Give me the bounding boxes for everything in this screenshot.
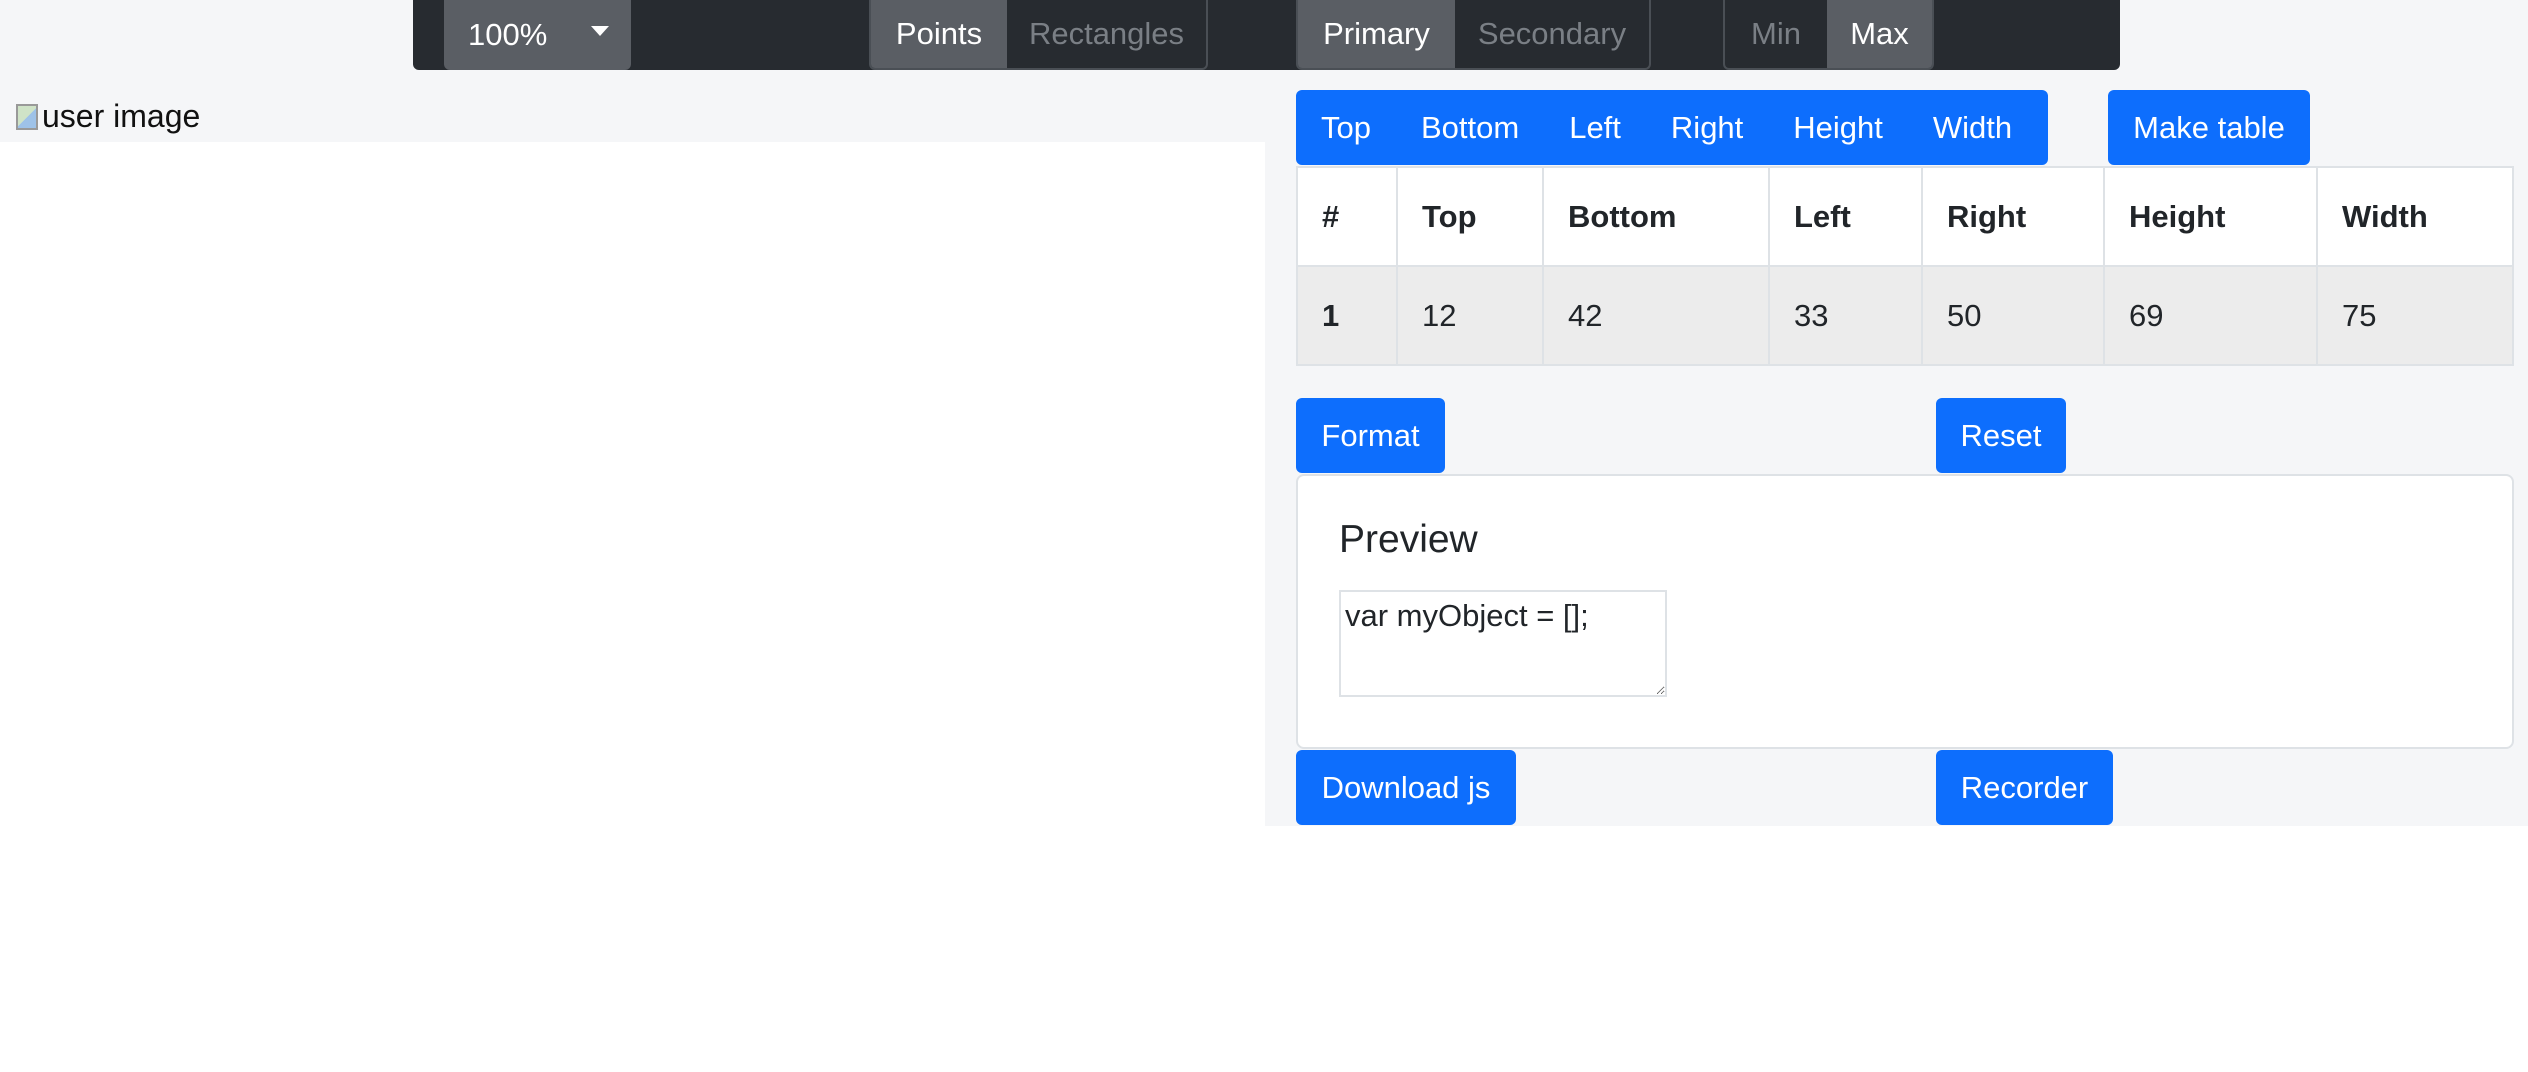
reset-button[interactable]: Reset xyxy=(1936,398,2066,473)
column-header: Bottom xyxy=(1542,166,1770,267)
user-image-alt: user image xyxy=(42,98,201,134)
mode-points-button[interactable]: Points xyxy=(871,0,1007,68)
color-secondary-button[interactable]: Secondary xyxy=(1455,0,1649,68)
column-header: Left xyxy=(1768,166,1923,267)
min-button[interactable]: Min xyxy=(1725,0,1827,68)
user-image: user image xyxy=(16,98,200,135)
mode-toggle: Points Rectangles xyxy=(869,0,1208,70)
zoom-dropdown[interactable]: 100% xyxy=(444,0,631,70)
table-cell: 50 xyxy=(1921,265,2105,366)
column-header: Width xyxy=(2316,166,2514,267)
download-js-button[interactable]: Download js xyxy=(1296,750,1516,825)
broken-image-icon xyxy=(16,103,38,130)
image-canvas[interactable] xyxy=(0,142,1265,826)
sort-top-button[interactable]: Top xyxy=(1296,90,1396,165)
table-cell: 12 xyxy=(1396,265,1544,366)
column-header: Height xyxy=(2103,166,2318,267)
table-header-row: # Top Bottom Left Right Height Width xyxy=(1296,166,2514,267)
sort-button-group: Top Bottom Left Right Height Width xyxy=(1296,90,2048,165)
sort-width-button[interactable]: Width xyxy=(1908,90,2037,165)
sort-bottom-button[interactable]: Bottom xyxy=(1396,90,1544,165)
table-cell: 33 xyxy=(1768,265,1923,366)
make-table-button[interactable]: Make table xyxy=(2108,90,2310,165)
format-button[interactable]: Format xyxy=(1296,398,1445,473)
column-header: # xyxy=(1296,166,1398,267)
sort-right-button[interactable]: Right xyxy=(1646,90,1768,165)
mode-rectangles-button[interactable]: Rectangles xyxy=(1007,0,1206,68)
column-header: Right xyxy=(1921,166,2105,267)
table-row: 1 12 42 33 50 69 75 xyxy=(1296,265,2514,366)
table-cell: 69 xyxy=(2103,265,2318,366)
recorder-button[interactable]: Recorder xyxy=(1936,750,2113,825)
color-toggle: Primary Secondary xyxy=(1296,0,1651,70)
sort-left-button[interactable]: Left xyxy=(1544,90,1646,165)
color-primary-button[interactable]: Primary xyxy=(1298,0,1455,68)
table-cell: 42 xyxy=(1542,265,1770,366)
preview-card: Preview var myObject = []; xyxy=(1296,474,2514,749)
caret-down-icon xyxy=(591,26,609,36)
preview-code-textarea[interactable]: var myObject = []; xyxy=(1339,590,1667,697)
max-button[interactable]: Max xyxy=(1827,0,1932,68)
coordinates-table: # Top Bottom Left Right Height Width 1 1… xyxy=(1296,166,2514,366)
column-header: Top xyxy=(1396,166,1544,267)
extreme-toggle: Min Max xyxy=(1723,0,1934,70)
preview-title: Preview xyxy=(1339,518,1478,561)
sort-height-button[interactable]: Height xyxy=(1768,90,1908,165)
zoom-value: 100% xyxy=(468,17,548,52)
table-cell: 1 xyxy=(1296,265,1398,366)
table-cell: 75 xyxy=(2316,265,2514,366)
